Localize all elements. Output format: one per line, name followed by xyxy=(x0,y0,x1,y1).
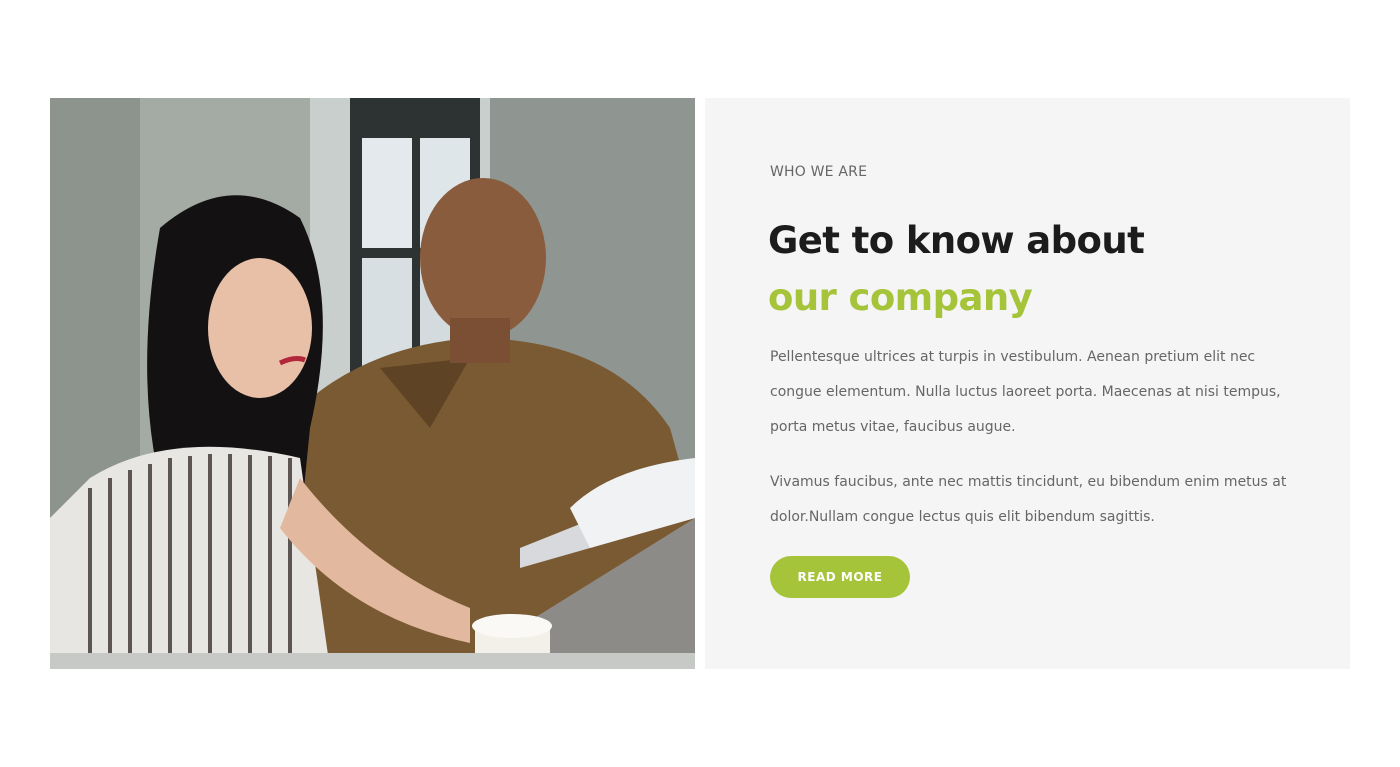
about-panel: WHO WE ARE Get to know about our company… xyxy=(705,98,1350,669)
read-more-button[interactable]: READ MORE xyxy=(770,556,910,598)
section-title-line1: Get to know about xyxy=(768,219,1145,262)
section-title: Get to know about our company xyxy=(768,212,1145,326)
about-paragraph-2: Vivamus faucibus, ante nec mattis tincid… xyxy=(770,474,1287,525)
about-paragraph-1: Pellentesque ultrices at turpis in vesti… xyxy=(770,349,1281,435)
about-section: WHO WE ARE Get to know about our company… xyxy=(50,98,1350,669)
team-photo xyxy=(50,98,695,669)
section-eyebrow: WHO WE ARE xyxy=(770,164,868,180)
section-title-highlight: our company xyxy=(768,276,1033,319)
